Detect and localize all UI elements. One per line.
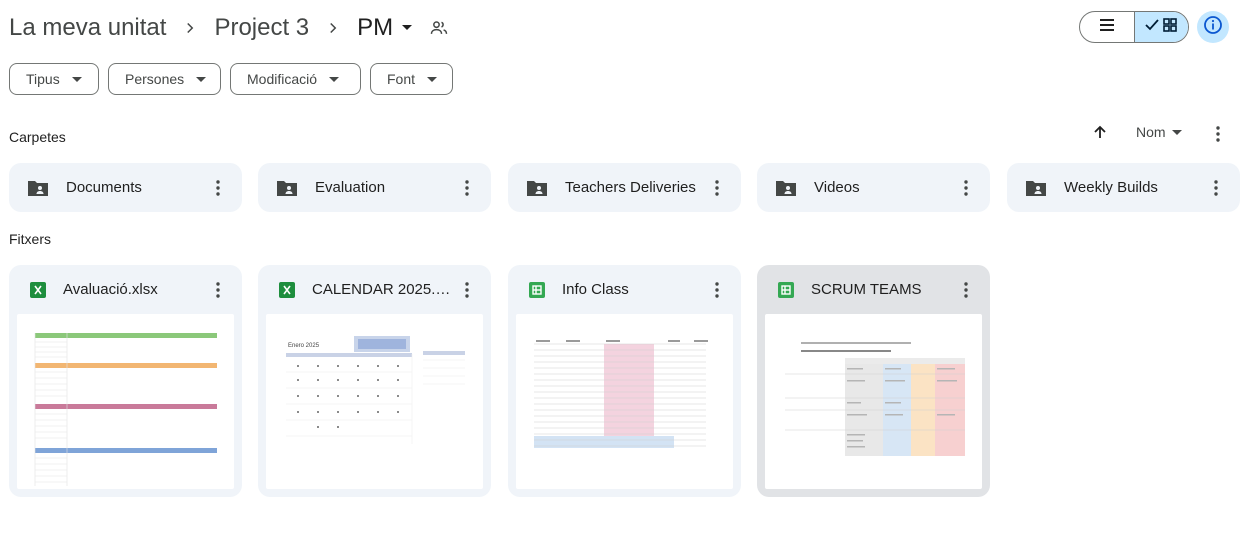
breadcrumb: La meva unitat Project 3 PM bbox=[9, 8, 449, 48]
dropdown-arrow-icon bbox=[329, 76, 340, 82]
files-section-title: Fitxers bbox=[9, 231, 51, 247]
filter-label: Tipus bbox=[26, 71, 60, 87]
spreadsheet-preview bbox=[34, 333, 217, 486]
file-name: Info Class bbox=[562, 281, 629, 298]
check-icon bbox=[1145, 18, 1159, 36]
filter-label: Modificació bbox=[247, 71, 318, 87]
list-view-icon bbox=[1099, 18, 1115, 37]
more-options-icon[interactable] bbox=[455, 278, 479, 302]
folder-name: Weekly Builds bbox=[1064, 179, 1158, 196]
folder-card[interactable]: Weekly Builds bbox=[1007, 163, 1240, 212]
sort-controls: Nom bbox=[1088, 120, 1182, 144]
more-options-icon[interactable] bbox=[1206, 122, 1230, 146]
filter-label: Persones bbox=[125, 71, 185, 87]
grid-view-icon bbox=[1163, 17, 1178, 37]
filter-type[interactable]: Tipus bbox=[9, 63, 99, 95]
spreadsheet-preview bbox=[534, 340, 708, 448]
file-thumbnail bbox=[516, 314, 733, 489]
more-options-icon[interactable] bbox=[954, 278, 978, 302]
calendar-month-title: Enero 2025 bbox=[288, 343, 320, 349]
dropdown-arrow-icon bbox=[196, 76, 207, 82]
list-view-button[interactable] bbox=[1080, 12, 1134, 42]
filter-label: Font bbox=[387, 71, 416, 87]
filter-bar: Tipus Persones Modificació Font bbox=[9, 63, 453, 95]
people-icon[interactable] bbox=[429, 18, 449, 38]
sort-by-button[interactable]: Nom bbox=[1136, 124, 1182, 140]
file-name: Avaluació.xlsx bbox=[63, 281, 158, 298]
shared-folder-icon bbox=[27, 177, 49, 199]
sheets-file-icon bbox=[778, 281, 794, 298]
folder-card[interactable]: Evaluation bbox=[258, 163, 491, 212]
spreadsheet-preview bbox=[785, 342, 965, 456]
file-thumbnail: Enero 2025 bbox=[266, 314, 483, 489]
caret-down-icon[interactable] bbox=[401, 24, 413, 32]
info-icon bbox=[1203, 15, 1223, 40]
chevron-right-icon bbox=[309, 19, 357, 37]
excel-file-icon bbox=[30, 281, 46, 298]
info-button[interactable] bbox=[1197, 11, 1229, 43]
view-toggle bbox=[1079, 11, 1189, 43]
folder-name: Videos bbox=[814, 179, 860, 196]
more-options-icon[interactable] bbox=[705, 176, 729, 200]
filter-people[interactable]: Persones bbox=[108, 63, 221, 95]
more-options-icon[interactable] bbox=[705, 278, 729, 302]
shared-folder-icon bbox=[775, 177, 797, 199]
shared-folder-icon bbox=[1025, 177, 1047, 199]
dropdown-arrow-icon bbox=[1171, 129, 1182, 135]
filter-source[interactable]: Font bbox=[370, 63, 453, 95]
folder-card[interactable]: Documents bbox=[9, 163, 242, 212]
more-options-icon[interactable] bbox=[206, 176, 230, 200]
grid-view-button[interactable] bbox=[1133, 12, 1188, 42]
dropdown-arrow-icon bbox=[427, 76, 438, 82]
folder-name: Documents bbox=[66, 179, 142, 196]
shared-folder-icon bbox=[526, 177, 548, 199]
excel-file-icon bbox=[279, 281, 295, 298]
more-options-icon[interactable] bbox=[455, 176, 479, 200]
file-name: CALENDAR 2025.xlsx bbox=[312, 281, 452, 298]
shared-folder-icon bbox=[276, 177, 298, 199]
dropdown-arrow-icon bbox=[71, 76, 82, 82]
breadcrumb-current-folder[interactable]: PM bbox=[357, 14, 393, 42]
chevron-right-icon bbox=[166, 19, 214, 37]
folders-section-title: Carpetes bbox=[9, 129, 66, 145]
folder-card[interactable]: Videos bbox=[757, 163, 990, 212]
arrow-up-icon[interactable] bbox=[1088, 120, 1112, 144]
more-options-icon[interactable] bbox=[1204, 176, 1228, 200]
file-card[interactable]: Info Class bbox=[508, 265, 741, 497]
sheets-file-icon bbox=[529, 281, 545, 298]
calendar-preview: Enero 2025 bbox=[286, 336, 465, 444]
folder-name: Evaluation bbox=[315, 179, 386, 196]
sort-label: Nom bbox=[1136, 124, 1166, 140]
folder-name: Teachers Deliveries bbox=[565, 179, 696, 196]
file-thumbnail bbox=[17, 314, 234, 489]
file-card[interactable]: CALENDAR 2025.xlsx Enero 2025 bbox=[258, 265, 491, 497]
folder-card[interactable]: Teachers Deliveries bbox=[508, 163, 741, 212]
breadcrumb-project-3[interactable]: Project 3 bbox=[214, 14, 309, 42]
file-name: SCRUM TEAMS bbox=[811, 281, 922, 298]
file-thumbnail bbox=[765, 314, 982, 489]
more-options-icon[interactable] bbox=[206, 278, 230, 302]
more-options-icon[interactable] bbox=[954, 176, 978, 200]
breadcrumb-my-drive[interactable]: La meva unitat bbox=[9, 14, 166, 42]
file-card[interactable]: SCRUM TEAMS bbox=[757, 265, 990, 497]
file-card[interactable]: Avaluació.xlsx bbox=[9, 265, 242, 497]
filter-modified[interactable]: Modificació bbox=[230, 63, 361, 95]
